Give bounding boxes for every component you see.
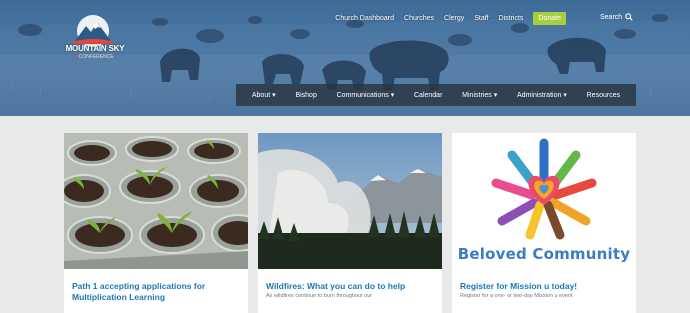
seedlings-photo <box>64 133 248 269</box>
nav-communications[interactable]: Communications ▾ <box>337 91 395 99</box>
top-links: Church Dashboard Churches Clergy Staff D… <box>335 11 566 25</box>
nav-resources[interactable]: Resources <box>587 92 620 99</box>
hero-banner: MOUNTAIN SKY ✝ CONFERENCE Church Dashboar… <box>0 0 690 116</box>
chevron-down-icon: ▾ <box>493 92 498 99</box>
search-label: Search <box>600 13 623 21</box>
link-districts[interactable]: Districts <box>499 15 524 22</box>
link-church-dashboard[interactable]: Church Dashboard <box>335 15 394 22</box>
card-title[interactable]: Register for Mission u today! <box>460 281 630 292</box>
cross-flame-icon: ✝ <box>72 54 77 60</box>
nav-about[interactable]: About ▾ <box>252 91 276 99</box>
card-description: Register for a one- or two-day Mission u… <box>460 293 573 299</box>
nav-ministries[interactable]: Ministries ▾ <box>462 91 497 99</box>
hands-heart-icon <box>491 138 597 240</box>
nav-about-label: About <box>251 92 271 99</box>
nav-calendar[interactable]: Calendar <box>414 92 442 99</box>
link-churches[interactable]: Churches <box>404 15 434 22</box>
nav-administration-label: Administration <box>517 92 562 99</box>
logo-subtitle: ✝ CONFERENCE <box>62 54 124 60</box>
logo-title: MOUNTAIN SKY <box>65 44 125 53</box>
search-icon <box>625 13 633 21</box>
card-title[interactable]: Path 1 accepting applications for Multip… <box>72 281 242 303</box>
link-staff[interactable]: Staff <box>474 15 488 22</box>
nav-administration[interactable]: Administration ▾ <box>517 91 567 99</box>
chevron-down-icon: ▾ <box>563 92 567 99</box>
nav-ministries-label: Ministries <box>462 92 492 99</box>
news-card-wildfires[interactable]: Wildfires: What you can do to help As wi… <box>258 133 442 313</box>
news-card-path1[interactable]: Path 1 accepting applications for Multip… <box>64 133 248 313</box>
donate-button[interactable]: Donate <box>533 11 566 25</box>
logo-subtitle-text: CONFERENCE <box>78 54 114 60</box>
mountain-logo-icon <box>73 15 113 47</box>
wildfire-photo <box>258 133 442 269</box>
card-image-seedlings <box>64 133 248 269</box>
nav-bishop[interactable]: Bishop <box>295 92 316 99</box>
news-card-mission-u[interactable]: Beloved Community Register for Mission u… <box>452 133 636 313</box>
card-title[interactable]: Wildfires: What you can do to help <box>266 281 436 292</box>
card-image-beloved-community: Beloved Community <box>452 133 636 269</box>
card-description: As wildfires continue to burn throughout… <box>266 293 373 299</box>
card-image-wildfire <box>258 133 442 269</box>
beloved-community-title: Beloved Community <box>457 245 631 263</box>
main-nav: About ▾ Bishop Communications ▾ Calendar M… <box>236 84 636 106</box>
chevron-down-icon: ▾ <box>390 92 395 99</box>
site-logo[interactable]: MOUNTAIN SKY ✝ CONFERENCE <box>62 14 125 74</box>
nav-communications-label: Communications <box>336 92 389 99</box>
search-button[interactable]: Search <box>600 13 633 21</box>
link-clergy[interactable]: Clergy <box>444 15 464 22</box>
chevron-down-icon: ▾ <box>272 92 276 99</box>
